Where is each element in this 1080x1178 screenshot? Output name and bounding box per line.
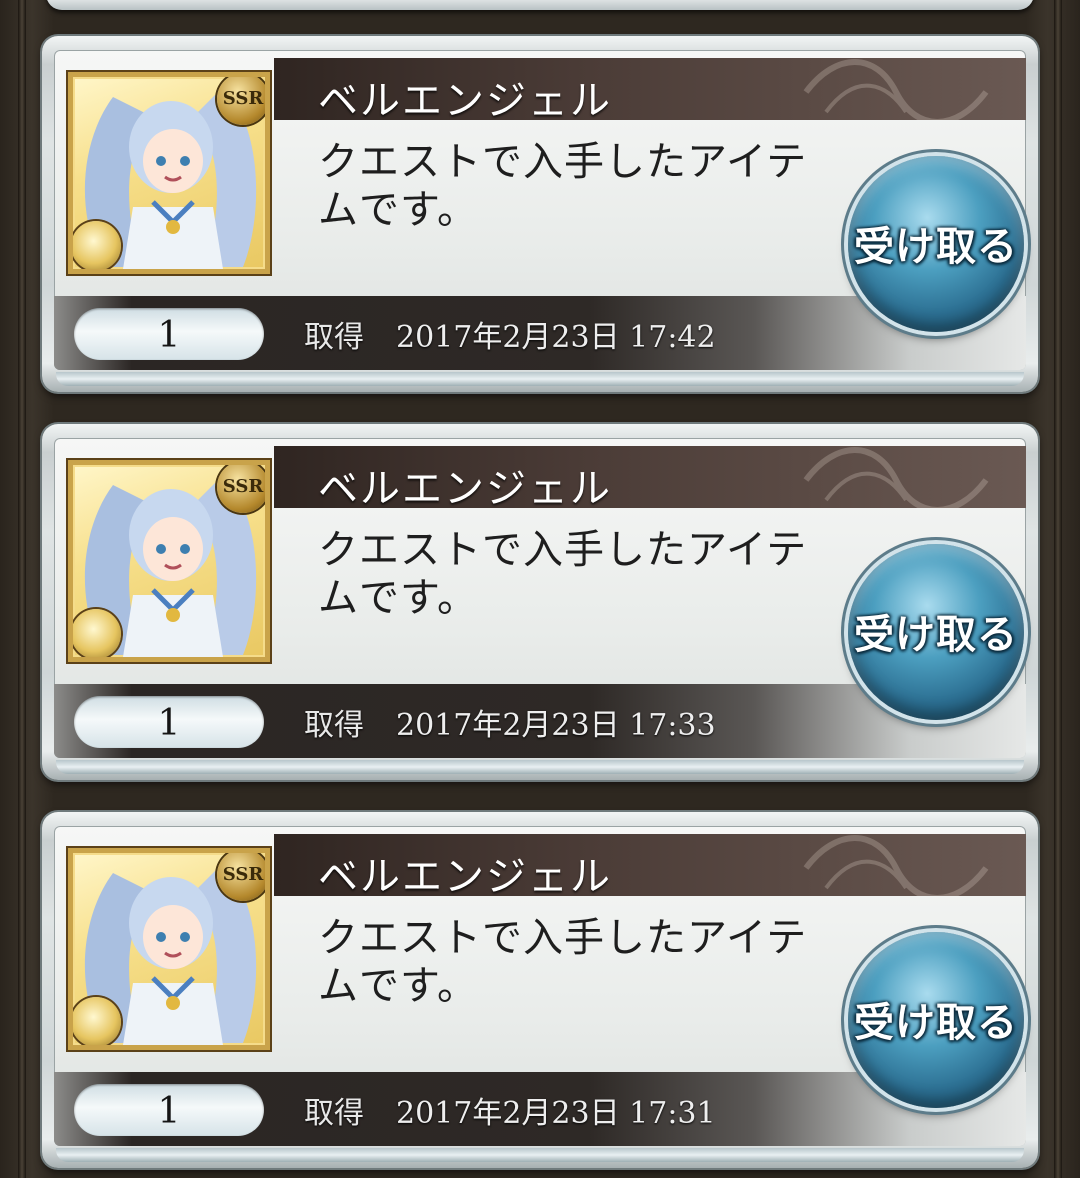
- ssr-badge-icon: SSR: [217, 77, 265, 125]
- right-frame: [1054, 0, 1062, 1178]
- left-frame: [18, 0, 26, 1178]
- item-description: クエストで入手したアイテムです。: [318, 527, 808, 621]
- card-bottom-rail: [56, 1148, 1024, 1162]
- card-bottom-rail: [56, 760, 1024, 774]
- item-name: ベルエンジェル: [318, 854, 612, 896]
- receive-button[interactable]: 受け取る: [848, 932, 1024, 1108]
- light-element-icon: [73, 609, 121, 657]
- receive-button[interactable]: 受け取る: [848, 544, 1024, 720]
- item-portrait: SSR: [68, 848, 270, 1050]
- item-quantity: 1: [74, 696, 264, 748]
- card-bottom-rail: [56, 372, 1024, 386]
- ornament-icon: [803, 59, 989, 120]
- present-item-card: ベルエンジェル SSR クエストで入手したアイテムです。 1 取得 2017年2…: [42, 36, 1038, 392]
- item-description: クエストで入手したアイテムです。: [318, 915, 808, 1009]
- receive-button[interactable]: 受け取る: [848, 156, 1024, 332]
- acquired-date: 2017年2月23日 17:31: [396, 1096, 716, 1131]
- item-portrait: SSR: [68, 72, 270, 274]
- ornament-icon: [803, 835, 989, 896]
- acquired-label: 取得: [304, 708, 364, 743]
- acquired-date: 2017年2月23日 17:42: [396, 320, 716, 355]
- receive-button-label: 受け取る: [854, 224, 1018, 270]
- light-element-icon: [73, 997, 121, 1045]
- light-element-icon: [73, 221, 121, 269]
- acquired-label: 取得: [304, 320, 364, 355]
- item-description: クエストで入手したアイテムです。: [318, 139, 808, 233]
- item-portrait: SSR: [68, 460, 270, 662]
- item-quantity: 1: [74, 1084, 264, 1136]
- present-item-card: ベルエンジェル SSR クエストで入手したアイテムです。 1 取得 2017年2…: [42, 812, 1038, 1168]
- item-quantity: 1: [74, 308, 264, 360]
- acquired-label: 取得: [304, 1096, 364, 1131]
- item-title-bar: ベルエンジェル: [274, 834, 1026, 896]
- receive-button-label: 受け取る: [854, 612, 1018, 658]
- acquired-date: 2017年2月23日 17:33: [396, 708, 716, 743]
- item-title-bar: ベルエンジェル: [274, 58, 1026, 120]
- item-name: ベルエンジェル: [318, 78, 612, 120]
- ssr-badge-icon: SSR: [217, 465, 265, 513]
- previous-card-edge: [46, 0, 1034, 10]
- present-item-card: ベルエンジェル SSR クエストで入手したアイテムです。 1 取得 2017年2…: [42, 424, 1038, 780]
- item-name: ベルエンジェル: [318, 466, 612, 508]
- receive-button-label: 受け取る: [854, 1000, 1018, 1046]
- ssr-badge-icon: SSR: [217, 853, 265, 901]
- ornament-icon: [803, 447, 989, 508]
- item-title-bar: ベルエンジェル: [274, 446, 1026, 508]
